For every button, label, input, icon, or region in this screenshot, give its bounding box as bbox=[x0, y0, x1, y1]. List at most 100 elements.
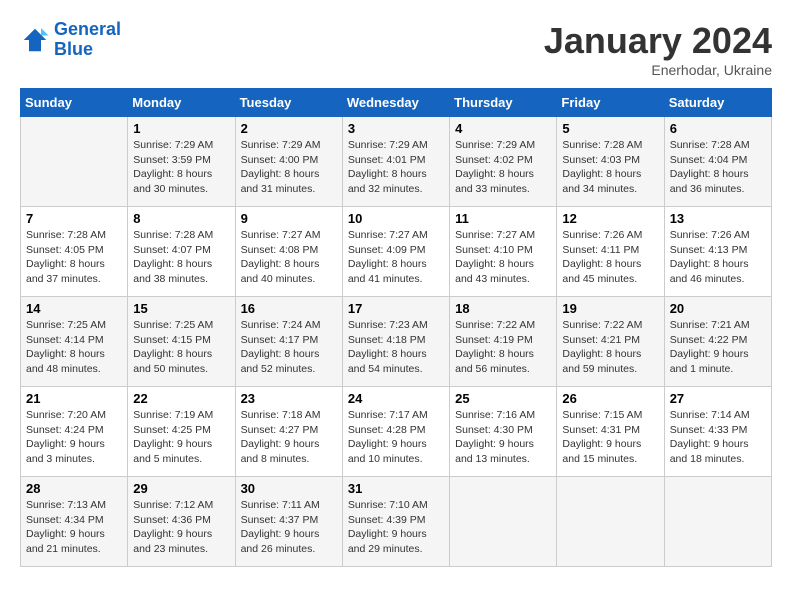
calendar-cell: 27Sunrise: 7:14 AMSunset: 4:33 PMDayligh… bbox=[664, 387, 771, 477]
day-number: 14 bbox=[26, 301, 122, 316]
day-info: Sunrise: 7:28 AMSunset: 4:05 PMDaylight:… bbox=[26, 228, 122, 287]
logo-line1: General bbox=[54, 19, 121, 39]
day-number: 13 bbox=[670, 211, 766, 226]
day-info: Sunrise: 7:22 AMSunset: 4:21 PMDaylight:… bbox=[562, 318, 658, 377]
calendar-cell: 2Sunrise: 7:29 AMSunset: 4:00 PMDaylight… bbox=[235, 117, 342, 207]
day-info: Sunrise: 7:22 AMSunset: 4:19 PMDaylight:… bbox=[455, 318, 551, 377]
day-info: Sunrise: 7:28 AMSunset: 4:07 PMDaylight:… bbox=[133, 228, 229, 287]
calendar-cell: 20 Sunrise: 7:21 AMSunset: 4:22 PMDayligh… bbox=[664, 297, 771, 387]
calendar-cell: 23 Sunrise: 7:18 AMSunset: 4:27 PMDayligh… bbox=[235, 387, 342, 477]
calendar-cell: 19 Sunrise: 7:22 AMSunset: 4:21 PMDayligh… bbox=[557, 297, 664, 387]
day-info: Sunrise: 7:25 AMSunset: 4:15 PMDaylight:… bbox=[133, 318, 229, 377]
calendar-cell bbox=[21, 117, 128, 207]
calendar-cell: 24Sunrise: 7:17 AMSunset: 4:28 PMDayligh… bbox=[342, 387, 449, 477]
calendar-week-0: 1Sunrise: 7:29 AMSunset: 3:59 PMDaylight… bbox=[21, 117, 772, 207]
calendar-header: Sunday Monday Tuesday Wednesday Thursday… bbox=[21, 89, 772, 117]
logo-icon bbox=[20, 25, 50, 55]
day-info: Sunrise: 7:19 AMSunset: 4:25 PMDaylight:… bbox=[133, 408, 229, 467]
logo-line2: Blue bbox=[54, 39, 93, 59]
calendar-cell: 3 Sunrise: 7:29 AMSunset: 4:01 PMDaylight… bbox=[342, 117, 449, 207]
day-info: Sunrise: 7:28 AMSunset: 4:04 PMDaylight:… bbox=[670, 138, 766, 197]
day-number: 23 bbox=[241, 391, 337, 406]
day-number: 3 bbox=[348, 121, 444, 136]
day-number: 6 bbox=[670, 121, 766, 136]
logo-text: General Blue bbox=[54, 20, 121, 60]
calendar-cell: 14Sunrise: 7:25 AMSunset: 4:14 PMDayligh… bbox=[21, 297, 128, 387]
day-number: 1 bbox=[133, 121, 229, 136]
day-info: Sunrise: 7:28 AMSunset: 4:03 PMDaylight:… bbox=[562, 138, 658, 197]
day-info: Sunrise: 7:15 AMSunset: 4:31 PMDaylight:… bbox=[562, 408, 658, 467]
day-info: Sunrise: 7:29 AMSunset: 4:01 PMDaylight:… bbox=[348, 138, 444, 197]
calendar-cell: 10Sunrise: 7:27 AMSunset: 4:09 PMDayligh… bbox=[342, 207, 449, 297]
day-number: 12 bbox=[562, 211, 658, 226]
calendar-week-1: 7 Sunrise: 7:28 AMSunset: 4:05 PMDaylight… bbox=[21, 207, 772, 297]
day-number: 31 bbox=[348, 481, 444, 496]
day-info: Sunrise: 7:29 AMSunset: 4:02 PMDaylight:… bbox=[455, 138, 551, 197]
day-info: Sunrise: 7:11 AMSunset: 4:37 PMDaylight:… bbox=[241, 498, 337, 557]
calendar-cell bbox=[450, 477, 557, 567]
day-number: 11 bbox=[455, 211, 551, 226]
day-number: 10 bbox=[348, 211, 444, 226]
day-number: 20 bbox=[670, 301, 766, 316]
calendar-cell: 9Sunrise: 7:27 AMSunset: 4:08 PMDaylight… bbox=[235, 207, 342, 297]
day-info: Sunrise: 7:18 AMSunset: 4:27 PMDaylight:… bbox=[241, 408, 337, 467]
header-friday: Friday bbox=[557, 89, 664, 117]
day-number: 16 bbox=[241, 301, 337, 316]
calendar-cell: 26 Sunrise: 7:15 AMSunset: 4:31 PMDayligh… bbox=[557, 387, 664, 477]
day-number: 18 bbox=[455, 301, 551, 316]
day-number: 28 bbox=[26, 481, 122, 496]
calendar-cell: 15 Sunrise: 7:25 AMSunset: 4:15 PMDayligh… bbox=[128, 297, 235, 387]
day-number: 30 bbox=[241, 481, 337, 496]
day-number: 19 bbox=[562, 301, 658, 316]
calendar-cell: 6 Sunrise: 7:28 AMSunset: 4:04 PMDaylight… bbox=[664, 117, 771, 207]
calendar-cell: 12Sunrise: 7:26 AMSunset: 4:11 PMDayligh… bbox=[557, 207, 664, 297]
day-info: Sunrise: 7:27 AMSunset: 4:08 PMDaylight:… bbox=[241, 228, 337, 287]
day-info: Sunrise: 7:24 AMSunset: 4:17 PMDaylight:… bbox=[241, 318, 337, 377]
calendar-cell: 13Sunrise: 7:26 AMSunset: 4:13 PMDayligh… bbox=[664, 207, 771, 297]
calendar-cell: 4 Sunrise: 7:29 AMSunset: 4:02 PMDaylight… bbox=[450, 117, 557, 207]
calendar-cell: 8 Sunrise: 7:28 AMSunset: 4:07 PMDaylight… bbox=[128, 207, 235, 297]
day-info: Sunrise: 7:17 AMSunset: 4:28 PMDaylight:… bbox=[348, 408, 444, 467]
calendar-week-2: 14Sunrise: 7:25 AMSunset: 4:14 PMDayligh… bbox=[21, 297, 772, 387]
day-number: 15 bbox=[133, 301, 229, 316]
day-number: 5 bbox=[562, 121, 658, 136]
day-info: Sunrise: 7:16 AMSunset: 4:30 PMDaylight:… bbox=[455, 408, 551, 467]
day-info: Sunrise: 7:21 AMSunset: 4:22 PMDaylight:… bbox=[670, 318, 766, 377]
calendar-cell: 30 Sunrise: 7:11 AMSunset: 4:37 PMDayligh… bbox=[235, 477, 342, 567]
day-number: 4 bbox=[455, 121, 551, 136]
calendar-cell: 18 Sunrise: 7:22 AMSunset: 4:19 PMDayligh… bbox=[450, 297, 557, 387]
page-header: General Blue January 2024 Enerhodar, Ukr… bbox=[20, 20, 772, 78]
header-sunday: Sunday bbox=[21, 89, 128, 117]
calendar-cell: 22 Sunrise: 7:19 AMSunset: 4:25 PMDayligh… bbox=[128, 387, 235, 477]
calendar-cell: 5 Sunrise: 7:28 AMSunset: 4:03 PMDaylight… bbox=[557, 117, 664, 207]
day-info: Sunrise: 7:13 AMSunset: 4:34 PMDaylight:… bbox=[26, 498, 122, 557]
header-row: Sunday Monday Tuesday Wednesday Thursday… bbox=[21, 89, 772, 117]
day-number: 7 bbox=[26, 211, 122, 226]
calendar-cell: 31 Sunrise: 7:10 AMSunset: 4:39 PMDayligh… bbox=[342, 477, 449, 567]
calendar-cell bbox=[557, 477, 664, 567]
calendar-cell: 16 Sunrise: 7:24 AMSunset: 4:17 PMDayligh… bbox=[235, 297, 342, 387]
day-info: Sunrise: 7:20 AMSunset: 4:24 PMDaylight:… bbox=[26, 408, 122, 467]
day-number: 8 bbox=[133, 211, 229, 226]
calendar-cell: 29Sunrise: 7:12 AMSunset: 4:36 PMDayligh… bbox=[128, 477, 235, 567]
header-thursday: Thursday bbox=[450, 89, 557, 117]
header-tuesday: Tuesday bbox=[235, 89, 342, 117]
calendar-cell: 7 Sunrise: 7:28 AMSunset: 4:05 PMDaylight… bbox=[21, 207, 128, 297]
day-info: Sunrise: 7:10 AMSunset: 4:39 PMDaylight:… bbox=[348, 498, 444, 557]
day-info: Sunrise: 7:27 AMSunset: 4:10 PMDaylight:… bbox=[455, 228, 551, 287]
day-number: 26 bbox=[562, 391, 658, 406]
day-info: Sunrise: 7:29 AMSunset: 4:00 PMDaylight:… bbox=[241, 138, 337, 197]
day-number: 17 bbox=[348, 301, 444, 316]
calendar-week-3: 21Sunrise: 7:20 AMSunset: 4:24 PMDayligh… bbox=[21, 387, 772, 477]
day-info: Sunrise: 7:14 AMSunset: 4:33 PMDaylight:… bbox=[670, 408, 766, 467]
header-wednesday: Wednesday bbox=[342, 89, 449, 117]
day-number: 22 bbox=[133, 391, 229, 406]
title-block: January 2024 Enerhodar, Ukraine bbox=[544, 20, 772, 78]
calendar-cell: 21Sunrise: 7:20 AMSunset: 4:24 PMDayligh… bbox=[21, 387, 128, 477]
calendar-cell: 25 Sunrise: 7:16 AMSunset: 4:30 PMDayligh… bbox=[450, 387, 557, 477]
day-number: 25 bbox=[455, 391, 551, 406]
header-saturday: Saturday bbox=[664, 89, 771, 117]
calendar-cell: 28 Sunrise: 7:13 AMSunset: 4:34 PMDayligh… bbox=[21, 477, 128, 567]
calendar-table: Sunday Monday Tuesday Wednesday Thursday… bbox=[20, 88, 772, 567]
day-info: Sunrise: 7:23 AMSunset: 4:18 PMDaylight:… bbox=[348, 318, 444, 377]
